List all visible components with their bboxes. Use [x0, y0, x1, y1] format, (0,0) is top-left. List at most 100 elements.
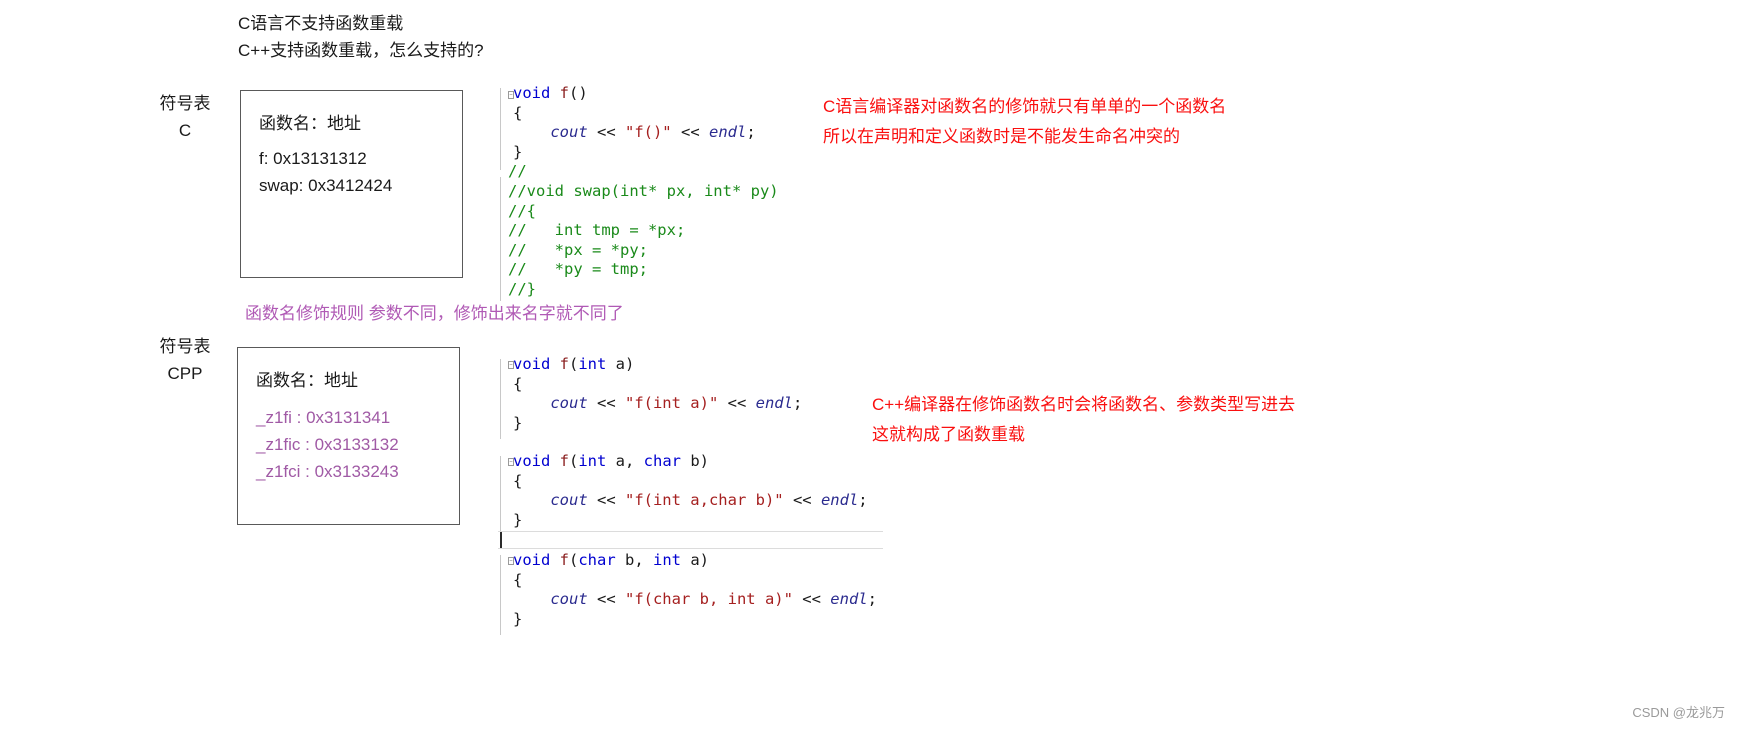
code-outline-bar	[500, 555, 501, 635]
code-token-operator: <<	[587, 123, 625, 142]
watermark: CSDN @龙兆万	[1632, 705, 1725, 720]
code-token-operator: <<	[671, 123, 709, 142]
code-token-keyword: void	[513, 551, 551, 569]
code-line: {	[513, 472, 868, 492]
code-token-comment: //void swap(int* px, int* py)	[508, 181, 779, 200]
symbol-table-cpp-box: 函数名：地址 _z1fi : 0x3131341 _z1fic : 0x3133…	[237, 347, 460, 525]
collapse-toggle-icon[interactable]: –	[508, 458, 514, 466]
code-token-param: b,	[615, 551, 653, 569]
code-token-comment: //}	[508, 279, 536, 298]
code-token-string: "f(int a,char b)"	[624, 491, 784, 510]
code-token-operator: <<	[792, 590, 831, 609]
code-token-brace: }	[513, 142, 523, 161]
symbol-table-cpp-label: 符号表 CPP	[150, 333, 220, 387]
code-line: cout << "f()" << endl;	[513, 123, 779, 143]
code-token-keyword: void	[513, 355, 551, 373]
symbol-table-c-label-line2: C	[178, 121, 192, 140]
code-token-keyword: int	[653, 551, 681, 569]
annotation-c-compiler: C语言编译器对函数名的修饰就只有单单的一个函数名 所以在声明和定义函数时是不能发…	[823, 92, 1226, 152]
code-token-comment: //{	[508, 201, 536, 220]
code-token-operator: <<	[587, 394, 625, 413]
code-block-cpp-f-int[interactable]: – void f(int a) { cout << "f(int a)" << …	[497, 355, 802, 439]
code-outline-bar	[500, 88, 501, 170]
code-token-param: a)	[681, 551, 709, 569]
code-line: //}	[508, 280, 779, 300]
code-token-punct: ;	[867, 590, 877, 609]
symbol-table-cpp-label-line1: 符号表	[159, 337, 211, 356]
code-token-punct: ()	[569, 84, 588, 102]
code-token-object: cout	[550, 491, 588, 510]
code-outline-bar	[500, 359, 501, 439]
code-token-punct: (	[569, 551, 579, 569]
code-token-object: cout	[550, 394, 588, 413]
collapse-toggle-icon[interactable]: –	[508, 91, 514, 99]
code-line: cout << "f(int a)" << endl;	[513, 394, 802, 414]
annotation-mangling-rule: 函数名修饰规则 参数不同，修饰出来名字就不同了	[245, 304, 624, 323]
symbol-table-cpp-header: 函数名：地址	[256, 371, 358, 390]
code-token-string: "f(char b, int a)"	[624, 590, 793, 609]
code-token-brace: }	[513, 609, 523, 628]
code-line: // *py = tmp;	[508, 260, 779, 280]
symbol-table-c-box: 函数名：地址 f: 0x13131312 swap: 0x3412424	[240, 90, 463, 278]
code-token-object: endl	[830, 590, 868, 609]
code-block-cpp-f-int-char[interactable]: – void f(int a, char b) { cout << "f(int…	[497, 452, 868, 536]
code-token-object: endl	[708, 123, 747, 142]
code-token-param: b)	[681, 452, 709, 470]
code-line: void f(int a, char b)	[513, 452, 868, 472]
code-token-punct: (	[569, 452, 579, 470]
code-token-keyword: int	[578, 355, 607, 373]
code-line: }	[513, 511, 868, 531]
code-token-operator: <<	[783, 491, 821, 510]
code-line: }	[513, 610, 877, 630]
code-outline-bar	[500, 456, 501, 536]
code-token-string: "f(int a)"	[624, 394, 719, 413]
code-token-indent	[513, 123, 550, 141]
code-token-indent	[513, 394, 550, 412]
code-token-brace: {	[513, 103, 523, 122]
annotation-cpp-compiler: C++编译器在修饰函数名时会将函数名、参数类型写进去 这就构成了函数重载	[872, 390, 1295, 450]
code-token-function: f	[550, 84, 569, 102]
code-line: //	[508, 162, 779, 182]
code-line: //void swap(int* px, int* py)	[508, 182, 779, 202]
code-token-object: cout	[550, 590, 588, 609]
code-token-comment: // int tmp = *px;	[508, 221, 686, 240]
current-line-bottom-rule	[498, 548, 883, 549]
code-token-comment: // *px = *py;	[508, 240, 648, 259]
code-token-brace: {	[513, 374, 523, 393]
collapse-toggle-icon[interactable]: –	[508, 557, 514, 565]
header-notes: C语言不支持函数重载 C++支持函数重载，怎么支持的?	[238, 10, 484, 64]
code-token-function: f	[550, 355, 569, 373]
code-token-object: endl	[755, 394, 793, 413]
code-token-object: cout	[550, 123, 588, 142]
text-caret	[500, 532, 502, 548]
code-token-indent	[513, 491, 550, 509]
code-token-brace: }	[513, 510, 523, 529]
code-block-cpp-f-char-int[interactable]: – void f(char b, int a) { cout << "f(cha…	[497, 551, 877, 635]
code-token-keyword: char	[578, 551, 616, 569]
collapse-toggle-icon[interactable]: –	[508, 361, 514, 369]
code-line: }	[513, 414, 802, 434]
symbol-table-c-row: f: 0x13131312	[259, 149, 367, 168]
code-token-punct: ;	[792, 394, 803, 413]
code-block-c[interactable]: – void f() { cout << "f()" << endl; } //…	[497, 84, 779, 301]
code-token-indent	[513, 590, 550, 608]
code-token-punct: ;	[858, 491, 868, 510]
code-token-punct: (	[569, 355, 579, 373]
annotation-cpp-compiler-line1: C++编译器在修饰函数名时会将函数名、参数类型写进去	[872, 395, 1296, 414]
code-token-keyword: void	[513, 84, 551, 102]
code-token-brace: }	[513, 413, 523, 432]
code-line: // *px = *py;	[508, 241, 779, 261]
code-token-function: f	[550, 452, 569, 470]
code-token-operator: <<	[587, 590, 625, 609]
code-line: // int tmp = *px;	[508, 221, 779, 241]
symbol-table-c-row: swap: 0x3412424	[259, 176, 393, 195]
code-line: cout << "f(int a,char b)" << endl;	[513, 491, 868, 511]
code-token-comment: //	[508, 162, 527, 181]
code-line: {	[513, 104, 779, 124]
code-token-brace: {	[513, 471, 523, 490]
code-line: void f(char b, int a)	[513, 551, 877, 571]
code-token-brace: {	[513, 570, 523, 589]
symbol-table-c-content: 函数名：地址 f: 0x13131312 swap: 0x3412424	[241, 91, 462, 199]
symbol-table-c-label-line1: 符号表	[159, 94, 211, 113]
header-note-line-2: C++支持函数重载，怎么支持的?	[238, 41, 484, 60]
